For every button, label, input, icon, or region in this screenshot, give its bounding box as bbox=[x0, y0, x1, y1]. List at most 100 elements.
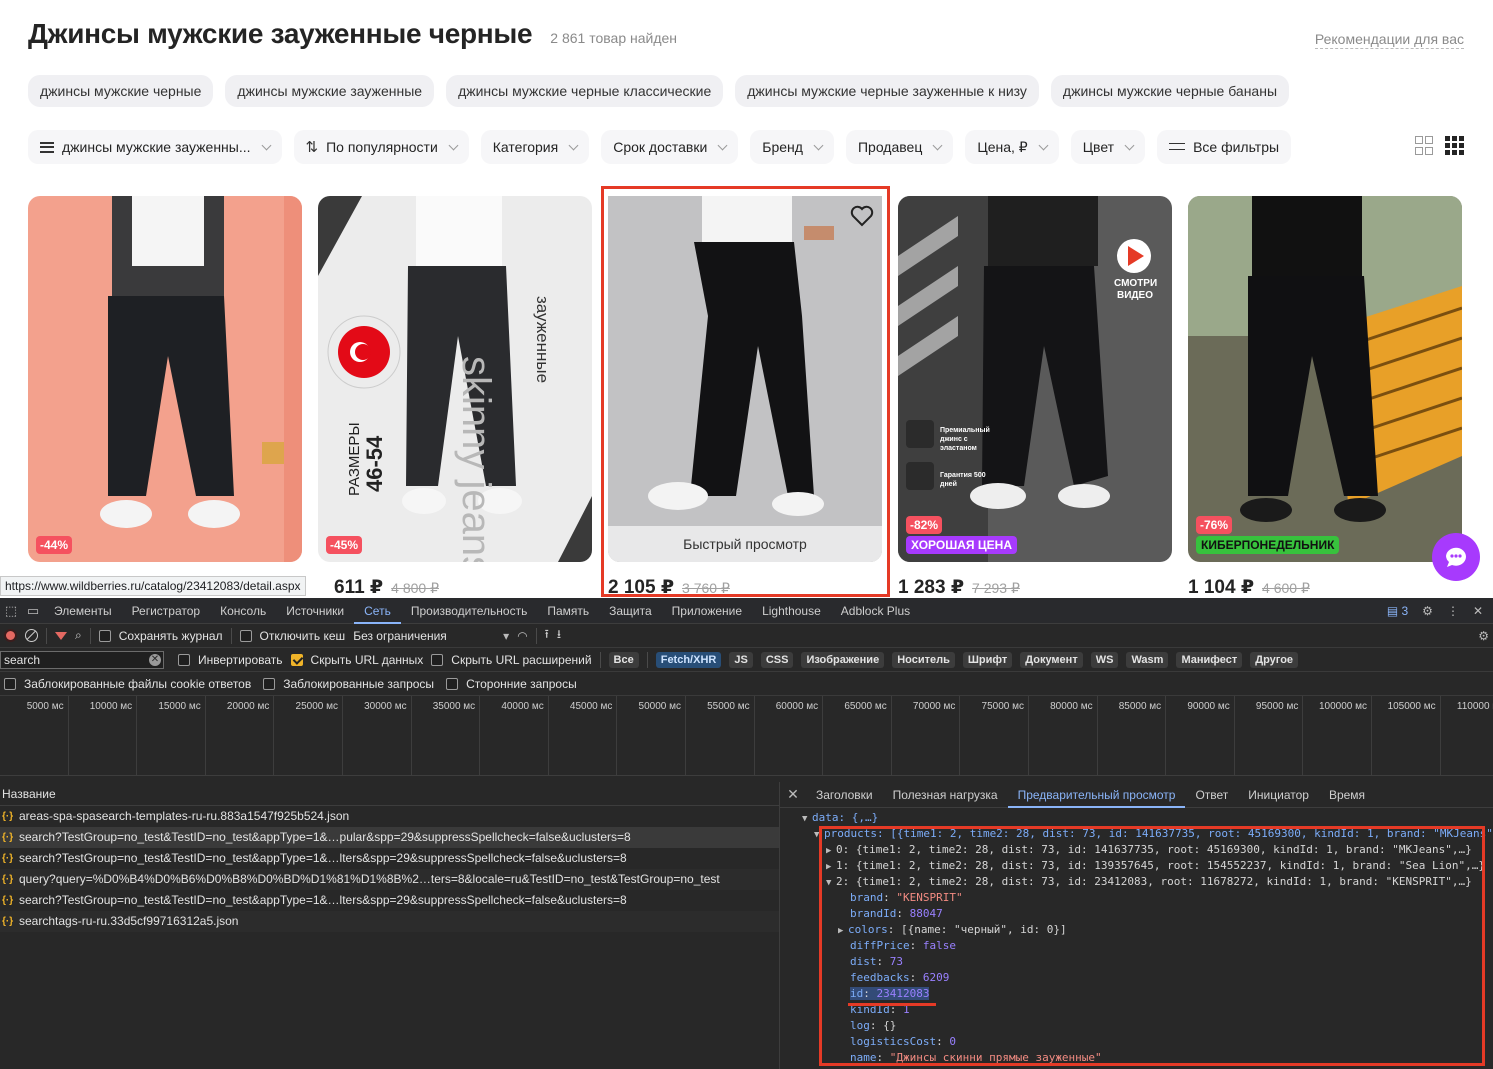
suggestion-chip[interactable]: джинсы мужские зауженные bbox=[225, 75, 435, 107]
type-js[interactable]: JS bbox=[729, 651, 753, 668]
request-row[interactable]: {·} search?TestGroup=no_test&TestID=no_te… bbox=[0, 848, 779, 869]
suggestion-chip[interactable]: джинсы мужские черные зауженные к низу bbox=[735, 75, 1039, 107]
tab-security[interactable]: Защита bbox=[599, 598, 662, 624]
type-fetch-xhr[interactable]: Fetch/XHR bbox=[655, 651, 722, 668]
tree-node-product-1[interactable]: ▶ 1: {time1: 2, time2: 28, dist: 73, id: … bbox=[780, 858, 1493, 874]
request-row[interactable]: {·} query?query=%D0%B4%D0%B6%D0%B8%D0%BD%… bbox=[0, 869, 779, 890]
request-row[interactable]: {·} areas-spa-spasearch-templates-ru-ru.8… bbox=[0, 806, 779, 827]
tree-field-id[interactable]: id: 23412083 bbox=[780, 986, 1493, 1002]
record-icon[interactable] bbox=[4, 629, 17, 642]
clear-search-icon[interactable]: ✕ bbox=[149, 653, 161, 666]
tree-field-logisticsCost[interactable]: logisticsCost: 0 bbox=[780, 1034, 1493, 1050]
blocked-cookies-checkbox[interactable] bbox=[4, 677, 16, 690]
tree-node-data[interactable]: ▼ data: {,…} bbox=[780, 810, 1493, 826]
inspect-icon[interactable]: ⬚ bbox=[0, 603, 22, 619]
chat-button[interactable] bbox=[1432, 533, 1480, 581]
device-toggle-icon[interactable]: ▭ bbox=[22, 603, 44, 619]
query-filter-button[interactable]: джинсы мужские зауженны... bbox=[28, 130, 282, 164]
close-icon[interactable]: ✕ bbox=[1473, 604, 1483, 618]
tab-recorder[interactable]: Регистратор bbox=[122, 598, 211, 624]
tab-payload[interactable]: Полезная нагрузка bbox=[883, 782, 1008, 808]
tree-node-product-0[interactable]: ▶ 0: {time1: 2, time2: 28, dist: 73, id: … bbox=[780, 842, 1493, 858]
type-other[interactable]: Другое bbox=[1250, 651, 1299, 668]
product-image[interactable]: -44% bbox=[28, 196, 302, 562]
type-document[interactable]: Документ bbox=[1020, 651, 1083, 668]
settings-gear-icon[interactable]: ⚙ bbox=[1422, 604, 1433, 618]
tab-preview[interactable]: Предварительный просмотр bbox=[1007, 782, 1186, 808]
large-grid-icon[interactable] bbox=[1415, 136, 1433, 155]
tab-lighthouse[interactable]: Lighthouse bbox=[752, 598, 831, 624]
network-timeline[interactable]: 5000 мс 10000 мс 15000 мс 20000 мс 25000 мс 3… bbox=[0, 696, 1493, 776]
request-row[interactable]: {·} search?TestGroup=no_test&TestID=no_te… bbox=[0, 890, 779, 911]
product-card[interactable]: СМОТРИ ВИДЕО Премиальный джинс с эластан… bbox=[898, 196, 1172, 598]
product-card[interactable]: Быстрый просмотр 2 105 ₽ 3 760 ₽ bbox=[608, 196, 882, 598]
price-filter-button[interactable]: Цена, ₽ bbox=[965, 130, 1059, 164]
category-filter-button[interactable]: Категория bbox=[480, 130, 590, 164]
clear-icon[interactable] bbox=[25, 629, 38, 642]
type-all[interactable]: Все bbox=[608, 651, 639, 668]
invert-checkbox[interactable] bbox=[178, 653, 190, 666]
brand-filter-button[interactable]: Бренд bbox=[750, 130, 834, 164]
expand-triangle-icon[interactable]: ▶ bbox=[838, 923, 848, 938]
type-manifest[interactable]: Манифест bbox=[1176, 651, 1243, 668]
recommendations-link[interactable]: Рекомендации для вас bbox=[1314, 31, 1464, 49]
product-card[interactable]: -44% bbox=[28, 196, 302, 562]
tree-field-colors[interactable]: ▶ colors: [{name: "черный", id: 0}] bbox=[780, 922, 1493, 938]
product-image[interactable]: Быстрый просмотр bbox=[608, 196, 882, 562]
tab-application[interactable]: Приложение bbox=[662, 598, 752, 624]
product-card[interactable]: -76% КИБЕРПОНЕДЕЛЬНИК 1 104 ₽ 4 600 ₽ bbox=[1188, 196, 1462, 598]
collapse-triangle-icon[interactable]: ▼ bbox=[802, 811, 812, 826]
download-icon[interactable]: ⭳ bbox=[557, 625, 561, 646]
tree-field-name[interactable]: name: "Джинсы скинни прямые зауженные" bbox=[780, 1050, 1493, 1066]
expand-triangle-icon[interactable]: ▶ bbox=[826, 859, 836, 874]
suggestion-chip[interactable]: джинсы мужские черные бананы bbox=[1050, 75, 1290, 107]
filter-icon[interactable] bbox=[55, 631, 67, 640]
preserve-log-checkbox[interactable] bbox=[98, 629, 111, 642]
tree-field-log[interactable]: log: {} bbox=[780, 1018, 1493, 1034]
sort-button[interactable]: ⇅ По популярности bbox=[293, 130, 469, 164]
tab-adblock[interactable]: Adblock Plus bbox=[831, 598, 920, 624]
network-search-input[interactable]: search ✕ bbox=[0, 650, 164, 669]
product-image[interactable]: skinny jeans зауженные РАЗМЕРЫ 46-54 -45… bbox=[318, 196, 592, 562]
tree-node-product-2[interactable]: ▼ 2: {time1: 2, time2: 28, dist: 73, id: … bbox=[780, 874, 1493, 890]
type-ws[interactable]: WS bbox=[1090, 651, 1119, 668]
video-label[interactable]: СМОТРИ ВИДЕО bbox=[1114, 278, 1157, 302]
close-details-icon[interactable]: ✕ bbox=[780, 786, 806, 803]
type-css[interactable]: CSS bbox=[760, 651, 794, 668]
throttling-select[interactable]: Без ограничения ▾ bbox=[353, 629, 509, 643]
suggestion-chip[interactable]: джинсы мужские черные классические bbox=[446, 75, 724, 107]
blocked-requests-checkbox[interactable] bbox=[263, 677, 276, 690]
upload-icon[interactable]: ⭱ bbox=[545, 625, 549, 646]
tree-field-feedbacks[interactable]: feedbacks: 6209 bbox=[780, 970, 1493, 986]
tab-sources[interactable]: Источники bbox=[276, 598, 354, 624]
tree-field-brand[interactable]: brand: "KENSPRIT" bbox=[780, 890, 1493, 906]
delivery-filter-button[interactable]: Срок доставки bbox=[601, 130, 739, 164]
more-menu-icon[interactable]: ⋮ bbox=[1447, 604, 1459, 618]
tree-field-dist[interactable]: dist: 73 bbox=[780, 954, 1493, 970]
tab-timing[interactable]: Время bbox=[1319, 782, 1375, 808]
hide-ext-urls-checkbox[interactable] bbox=[431, 653, 444, 666]
hide-data-urls-checkbox[interactable] bbox=[290, 653, 303, 666]
heart-icon[interactable] bbox=[850, 204, 874, 228]
product-card[interactable]: skinny jeans зауженные РАЗМЕРЫ 46-54 -45… bbox=[318, 196, 592, 598]
request-row[interactable]: {·} searchtags-ru-ru.33d5cf99716312a5.jso… bbox=[0, 911, 779, 932]
tab-headers[interactable]: Заголовки bbox=[806, 782, 883, 808]
collapse-triangle-icon[interactable]: ▼ bbox=[826, 875, 836, 890]
all-filters-button[interactable]: Все фильтры bbox=[1157, 130, 1292, 164]
small-grid-icon[interactable] bbox=[1445, 136, 1464, 155]
search-icon[interactable]: ⌕ bbox=[75, 628, 82, 643]
product-image[interactable]: -76% КИБЕРПОНЕДЕЛЬНИК bbox=[1188, 196, 1462, 562]
type-font[interactable]: Шрифт bbox=[962, 651, 1013, 668]
tab-memory[interactable]: Память bbox=[537, 598, 599, 624]
color-filter-button[interactable]: Цвет bbox=[1070, 130, 1146, 164]
issues-counter[interactable]: ▤ 3 bbox=[1387, 604, 1408, 618]
tab-network[interactable]: Сеть bbox=[354, 598, 401, 624]
tree-field-diffPrice[interactable]: diffPrice: false bbox=[780, 938, 1493, 954]
type-media[interactable]: Носитель bbox=[892, 651, 955, 668]
name-column-header[interactable]: Название bbox=[0, 782, 779, 806]
third-party-checkbox[interactable] bbox=[446, 677, 459, 690]
tree-field-brandId[interactable]: brandId: 88047 bbox=[780, 906, 1493, 922]
wifi-icon[interactable]: ◠ bbox=[517, 629, 527, 643]
disable-cache-checkbox[interactable] bbox=[239, 629, 252, 642]
quick-view-button[interactable]: Быстрый просмотр bbox=[608, 526, 882, 562]
